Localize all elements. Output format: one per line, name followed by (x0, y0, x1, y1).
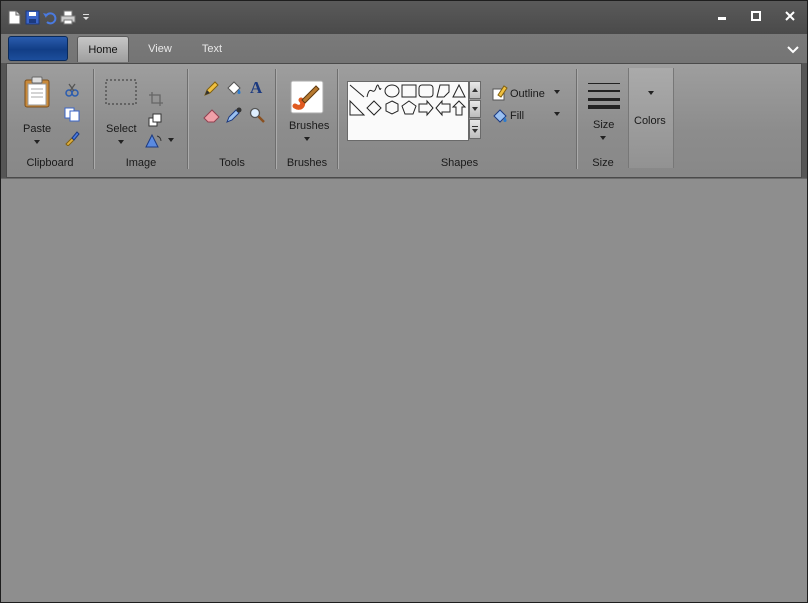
scroll-down-button[interactable] (469, 100, 481, 118)
shapes-group-label: Shapes (440, 157, 479, 169)
outline-label[interactable]: Outline (510, 88, 545, 100)
outline-icon[interactable] (492, 85, 508, 106)
ribbon-tab-strip: Home View Text (1, 34, 807, 63)
outline-dropdown-icon[interactable] (554, 90, 560, 94)
size-lines-icon[interactable] (587, 81, 621, 114)
close-icon[interactable] (773, 5, 807, 27)
fill-dropdown-icon[interactable] (554, 112, 560, 116)
size-group-label: Size (592, 157, 614, 169)
customize-arrow-icon[interactable] (78, 9, 94, 25)
tab-view[interactable]: View (137, 36, 183, 61)
scroll-up-button[interactable] (469, 81, 481, 99)
quick-access-toolbar (6, 9, 94, 25)
maximize-icon[interactable] (739, 5, 773, 27)
save-icon[interactable] (24, 9, 40, 25)
colors-label[interactable]: Colors (634, 115, 666, 127)
size-label[interactable]: Size (593, 119, 614, 131)
application-menu-button[interactable] (8, 36, 68, 61)
shapes-gallery[interactable] (347, 81, 469, 141)
size-group: Size Size (578, 67, 628, 171)
ribbon: Paste Clipboard Select Image A Tools Bru… (6, 63, 802, 178)
print-icon[interactable] (60, 9, 76, 25)
shapes-group: Outline Fill Shapes (7, 67, 577, 171)
tab-text[interactable]: Text (191, 36, 233, 61)
minimize-icon[interactable] (705, 5, 739, 27)
fill-label[interactable]: Fill (510, 110, 524, 122)
undo-icon[interactable] (42, 9, 58, 25)
colors-button[interactable]: Colors (628, 68, 674, 168)
group-separator (576, 69, 577, 169)
colors-dropdown-icon[interactable] (648, 91, 654, 95)
size-dropdown-icon[interactable] (600, 136, 606, 140)
gallery-expand-button[interactable] (469, 119, 481, 139)
canvas-workspace[interactable] (1, 178, 807, 602)
tab-home[interactable]: Home (77, 36, 129, 62)
shapes-gallery-scroll (469, 81, 481, 139)
new-icon[interactable] (6, 9, 22, 25)
paint-window: Home View Text Paste Clipboard Select Im… (0, 0, 808, 603)
minimize-ribbon-icon[interactable] (787, 42, 799, 54)
window-controls (705, 5, 807, 27)
fill-icon[interactable] (492, 107, 508, 128)
title-bar (1, 1, 807, 34)
